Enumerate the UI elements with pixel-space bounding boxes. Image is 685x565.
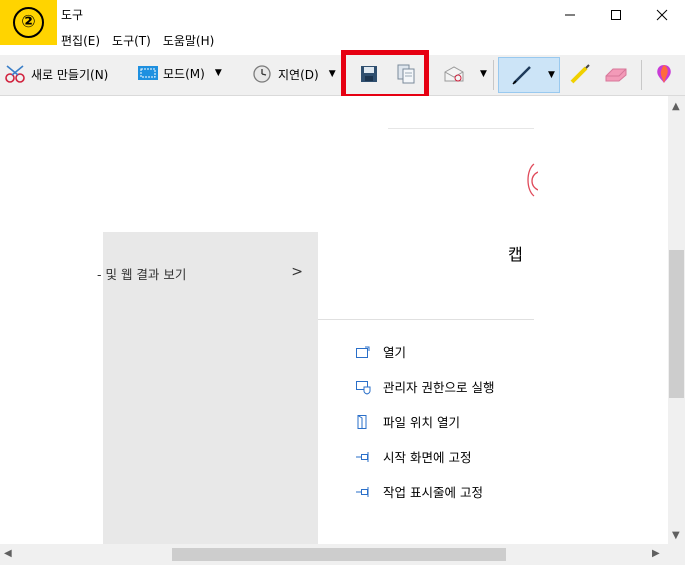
close-button[interactable]: [639, 0, 685, 30]
vertical-scroll-thumb[interactable]: [669, 250, 684, 398]
close-icon: [656, 9, 668, 21]
scissors-icon: [5, 65, 25, 83]
divider: [388, 128, 534, 129]
rectangle-mode-icon: [138, 66, 158, 80]
context-item-run-as-admin[interactable]: 관리자 권한으로 실행: [355, 377, 494, 396]
scroll-left-icon[interactable]: ◀: [4, 548, 12, 559]
new-snip-button[interactable]: 새로 만들기(N): [3, 63, 108, 85]
context-item-label: 작업 표시줄에 고정: [383, 485, 483, 500]
step-badge: ②: [0, 0, 57, 45]
context-item-pin-start[interactable]: 시작 화면에 고정: [355, 447, 471, 466]
pen-dropdown-icon[interactable]: ▼: [548, 70, 555, 80]
context-item-pin-taskbar[interactable]: 작업 표시줄에 고정: [355, 482, 483, 501]
context-item-label: 열기: [383, 345, 407, 360]
scroll-down-icon[interactable]: ▼: [672, 530, 680, 541]
step-number: ②: [13, 7, 44, 38]
web-results-label: - 및 웹 결과 보기: [97, 267, 187, 282]
horizontal-scroll-thumb[interactable]: [172, 548, 506, 561]
eraser-button[interactable]: [603, 64, 629, 84]
minimize-icon: [565, 14, 575, 16]
chevron-right-icon: >: [291, 264, 303, 280]
mode-button[interactable]: 모드(M) ▼: [137, 64, 222, 82]
highlight-box: [341, 50, 429, 99]
menu-bar: 편집(E) 도구(T) 도움말(H): [61, 32, 214, 52]
admin-shield-icon: [355, 379, 371, 395]
partial-logo-icon: [527, 163, 538, 197]
minimize-button[interactable]: [547, 0, 593, 30]
highlighter-button[interactable]: [568, 63, 592, 85]
new-snip-label: 새로 만들기(N): [31, 67, 109, 82]
snip-canvas: [0, 96, 668, 544]
menu-edit[interactable]: 편집(E): [61, 32, 100, 52]
menu-tools[interactable]: 도구(T): [112, 32, 151, 52]
file-location-icon: [355, 414, 371, 430]
delay-button[interactable]: 지연(D) ▼: [252, 64, 336, 84]
eraser-icon: [605, 68, 627, 82]
paint3d-button[interactable]: [654, 63, 674, 85]
pen-tool[interactable]: ▼: [510, 64, 555, 86]
delay-label: 지연(D): [278, 67, 319, 82]
pen-icon: [512, 66, 531, 85]
maximize-button[interactable]: [593, 0, 639, 30]
highlighter-icon: [570, 64, 590, 84]
maximize-icon: [611, 10, 621, 20]
pin-icon: [355, 484, 371, 500]
context-item-label: 관리자 권한으로 실행: [383, 380, 495, 395]
toolbar-separator: [641, 60, 642, 90]
context-item-label: 파일 위치 열기: [383, 415, 460, 430]
window-title: 도구: [61, 8, 84, 22]
menu-help[interactable]: 도움말(H): [163, 32, 215, 52]
mode-dropdown-icon[interactable]: ▼: [215, 68, 222, 78]
mode-label: 모드(M): [163, 66, 205, 81]
open-icon: [355, 344, 371, 360]
web-results-item[interactable]: - 및 웹 결과 보기 >: [97, 264, 303, 283]
send-snip-button[interactable]: ▼: [442, 64, 487, 84]
toolbar-separator: [493, 60, 494, 90]
send-dropdown-icon[interactable]: ▼: [480, 69, 487, 79]
divider: [318, 319, 534, 320]
resize-grip[interactable]: [668, 544, 685, 565]
delay-dropdown-icon[interactable]: ▼: [329, 69, 336, 79]
context-item-label: 시작 화면에 고정: [383, 450, 472, 465]
context-item-open[interactable]: 열기: [355, 342, 406, 361]
email-send-icon: [444, 66, 464, 82]
context-item-open-location[interactable]: 파일 위치 열기: [355, 412, 460, 431]
capture-heading-fragment: 캡: [508, 245, 523, 264]
clock-icon: [253, 65, 271, 83]
scroll-right-icon[interactable]: ▶: [652, 548, 660, 559]
pin-icon: [355, 449, 371, 465]
paint3d-icon: [657, 65, 671, 83]
scroll-up-icon[interactable]: ▲: [672, 101, 680, 112]
